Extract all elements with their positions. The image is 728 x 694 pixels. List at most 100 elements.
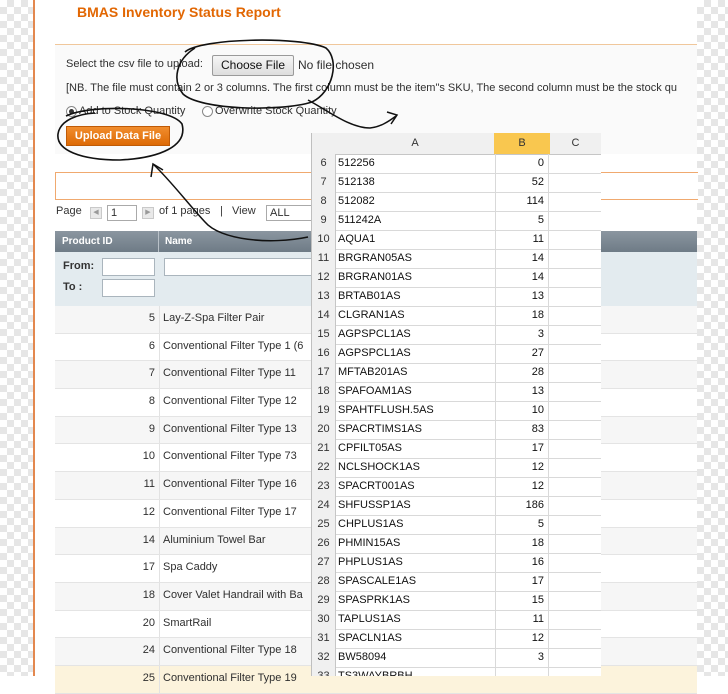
name-header[interactable]: Name: [165, 236, 192, 247]
spreadsheet-row[interactable]: 13 BRTAB01AS 13: [312, 287, 601, 307]
sku-cell[interactable]: SPACLN1AS: [336, 629, 496, 648]
sku-cell[interactable]: SPAHTFLUSH.5AS: [336, 401, 496, 420]
row-number[interactable]: 30: [312, 610, 336, 629]
sku-cell[interactable]: SPACRT001AS: [336, 477, 496, 496]
spreadsheet-row[interactable]: 32 BW58094 3: [312, 648, 601, 668]
sku-cell[interactable]: SHFUSSP1AS: [336, 496, 496, 515]
column-header-a[interactable]: A: [336, 137, 494, 149]
spreadsheet-row[interactable]: 15 AGPSPCL1AS 3: [312, 325, 601, 345]
stock-qty-cell[interactable]: 14: [494, 249, 549, 268]
sku-cell[interactable]: BRGRAN05AS: [336, 249, 496, 268]
stock-qty-cell[interactable]: 10: [494, 401, 549, 420]
stock-qty-cell[interactable]: 13: [494, 287, 549, 306]
row-number[interactable]: 23: [312, 477, 336, 496]
spreadsheet-row[interactable]: 19 SPAHTFLUSH.5AS 10: [312, 401, 601, 421]
stock-qty-cell[interactable]: 12: [494, 629, 549, 648]
row-number[interactable]: 28: [312, 572, 336, 591]
spreadsheet-row[interactable]: 14 CLGRAN1AS 18: [312, 306, 601, 326]
row-number[interactable]: 33: [312, 667, 336, 676]
filter-name-input[interactable]: [164, 258, 326, 276]
sku-cell[interactable]: CHPLUS1AS: [336, 515, 496, 534]
row-number[interactable]: 14: [312, 306, 336, 325]
stock-qty-cell[interactable]: 3: [494, 648, 549, 667]
sku-cell[interactable]: 512138: [336, 173, 496, 192]
row-number[interactable]: 19: [312, 401, 336, 420]
spreadsheet-row[interactable]: 12 BRGRAN01AS 14: [312, 268, 601, 288]
row-number[interactable]: 32: [312, 648, 336, 667]
row-number[interactable]: 7: [312, 173, 336, 192]
row-number[interactable]: 24: [312, 496, 336, 515]
stock-qty-cell[interactable]: 18: [494, 534, 549, 553]
spreadsheet-row[interactable]: 8 512082 114: [312, 192, 601, 212]
stock-qty-cell[interactable]: 12: [494, 458, 549, 477]
stock-qty-cell[interactable]: [494, 667, 549, 676]
stock-qty-cell[interactable]: 16: [494, 553, 549, 572]
sku-cell[interactable]: 512082: [336, 192, 496, 211]
sku-cell[interactable]: 512256: [336, 154, 496, 173]
add-stock-radio[interactable]: [66, 106, 77, 117]
row-number[interactable]: 11: [312, 249, 336, 268]
sku-cell[interactable]: SPACRTIMS1AS: [336, 420, 496, 439]
filter-to-input[interactable]: [102, 279, 155, 297]
spreadsheet-row[interactable]: 23 SPACRT001AS 12: [312, 477, 601, 497]
stock-qty-cell[interactable]: 15: [494, 591, 549, 610]
sku-cell[interactable]: AQUA1: [336, 230, 496, 249]
stock-qty-cell[interactable]: 186: [494, 496, 549, 515]
row-number[interactable]: 9: [312, 211, 336, 230]
stock-qty-cell[interactable]: 12: [494, 477, 549, 496]
stock-qty-cell[interactable]: 13: [494, 382, 549, 401]
choose-file-button[interactable]: Choose File: [212, 55, 294, 76]
prev-page-icon[interactable]: ◀: [90, 207, 102, 219]
stock-qty-cell[interactable]: 14: [494, 268, 549, 287]
sku-cell[interactable]: TS3WAYBRBH: [336, 667, 496, 676]
sku-cell[interactable]: PHPLUS1AS: [336, 553, 496, 572]
product-id-header[interactable]: Product ID: [62, 236, 113, 247]
spreadsheet-row[interactable]: 25 CHPLUS1AS 5: [312, 515, 601, 535]
spreadsheet-row[interactable]: 24 SHFUSSP1AS 186: [312, 496, 601, 516]
row-number[interactable]: 12: [312, 268, 336, 287]
sku-cell[interactable]: BRTAB01AS: [336, 287, 496, 306]
spreadsheet-row[interactable]: 18 SPAFOAM1AS 13: [312, 382, 601, 402]
row-number[interactable]: 21: [312, 439, 336, 458]
spreadsheet-row[interactable]: 10 AQUA1 11: [312, 230, 601, 250]
spreadsheet-row[interactable]: 7 512138 52: [312, 173, 601, 193]
stock-qty-cell[interactable]: 11: [494, 610, 549, 629]
next-page-icon[interactable]: ▶: [142, 207, 154, 219]
sku-cell[interactable]: 511242A: [336, 211, 496, 230]
row-number[interactable]: 6: [312, 154, 336, 173]
sku-cell[interactable]: SPAFOAM1AS: [336, 382, 496, 401]
stock-qty-cell[interactable]: 17: [494, 572, 549, 591]
row-number[interactable]: 26: [312, 534, 336, 553]
spreadsheet-row[interactable]: 26 PHMIN15AS 18: [312, 534, 601, 554]
row-number[interactable]: 29: [312, 591, 336, 610]
spreadsheet-row[interactable]: 22 NCLSHOCK1AS 12: [312, 458, 601, 478]
spreadsheet-row[interactable]: 9 511242A 5: [312, 211, 601, 231]
stock-qty-cell[interactable]: 5: [494, 211, 549, 230]
upload-data-file-button[interactable]: Upload Data File: [66, 126, 170, 146]
stock-qty-cell[interactable]: 18: [494, 306, 549, 325]
overwrite-stock-radio[interactable]: [202, 106, 213, 117]
spreadsheet-row[interactable]: 11 BRGRAN05AS 14: [312, 249, 601, 269]
row-number[interactable]: 22: [312, 458, 336, 477]
row-number[interactable]: 16: [312, 344, 336, 363]
stock-qty-cell[interactable]: 3: [494, 325, 549, 344]
sku-cell[interactable]: AGPSPCL1AS: [336, 325, 496, 344]
row-number[interactable]: 8: [312, 192, 336, 211]
spreadsheet-row[interactable]: 31 SPACLN1AS 12: [312, 629, 601, 649]
spreadsheet-row[interactable]: 33 TS3WAYBRBH: [312, 667, 601, 676]
page-number-input[interactable]: 1: [107, 205, 137, 221]
row-number[interactable]: 15: [312, 325, 336, 344]
row-number[interactable]: 20: [312, 420, 336, 439]
filter-from-input[interactable]: [102, 258, 155, 276]
sku-cell[interactable]: AGPSPCL1AS: [336, 344, 496, 363]
stock-qty-cell[interactable]: 52: [494, 173, 549, 192]
spreadsheet-row[interactable]: 29 SPASPRK1AS 15: [312, 591, 601, 611]
sku-cell[interactable]: SPASCALE1AS: [336, 572, 496, 591]
spreadsheet-row[interactable]: 27 PHPLUS1AS 16: [312, 553, 601, 573]
stock-qty-cell[interactable]: 83: [494, 420, 549, 439]
spreadsheet-row[interactable]: 16 AGPSPCL1AS 27: [312, 344, 601, 364]
sku-cell[interactable]: TAPLUS1AS: [336, 610, 496, 629]
row-number[interactable]: 18: [312, 382, 336, 401]
sku-cell[interactable]: MFTAB201AS: [336, 363, 496, 382]
spreadsheet-row[interactable]: 17 MFTAB201AS 28: [312, 363, 601, 383]
